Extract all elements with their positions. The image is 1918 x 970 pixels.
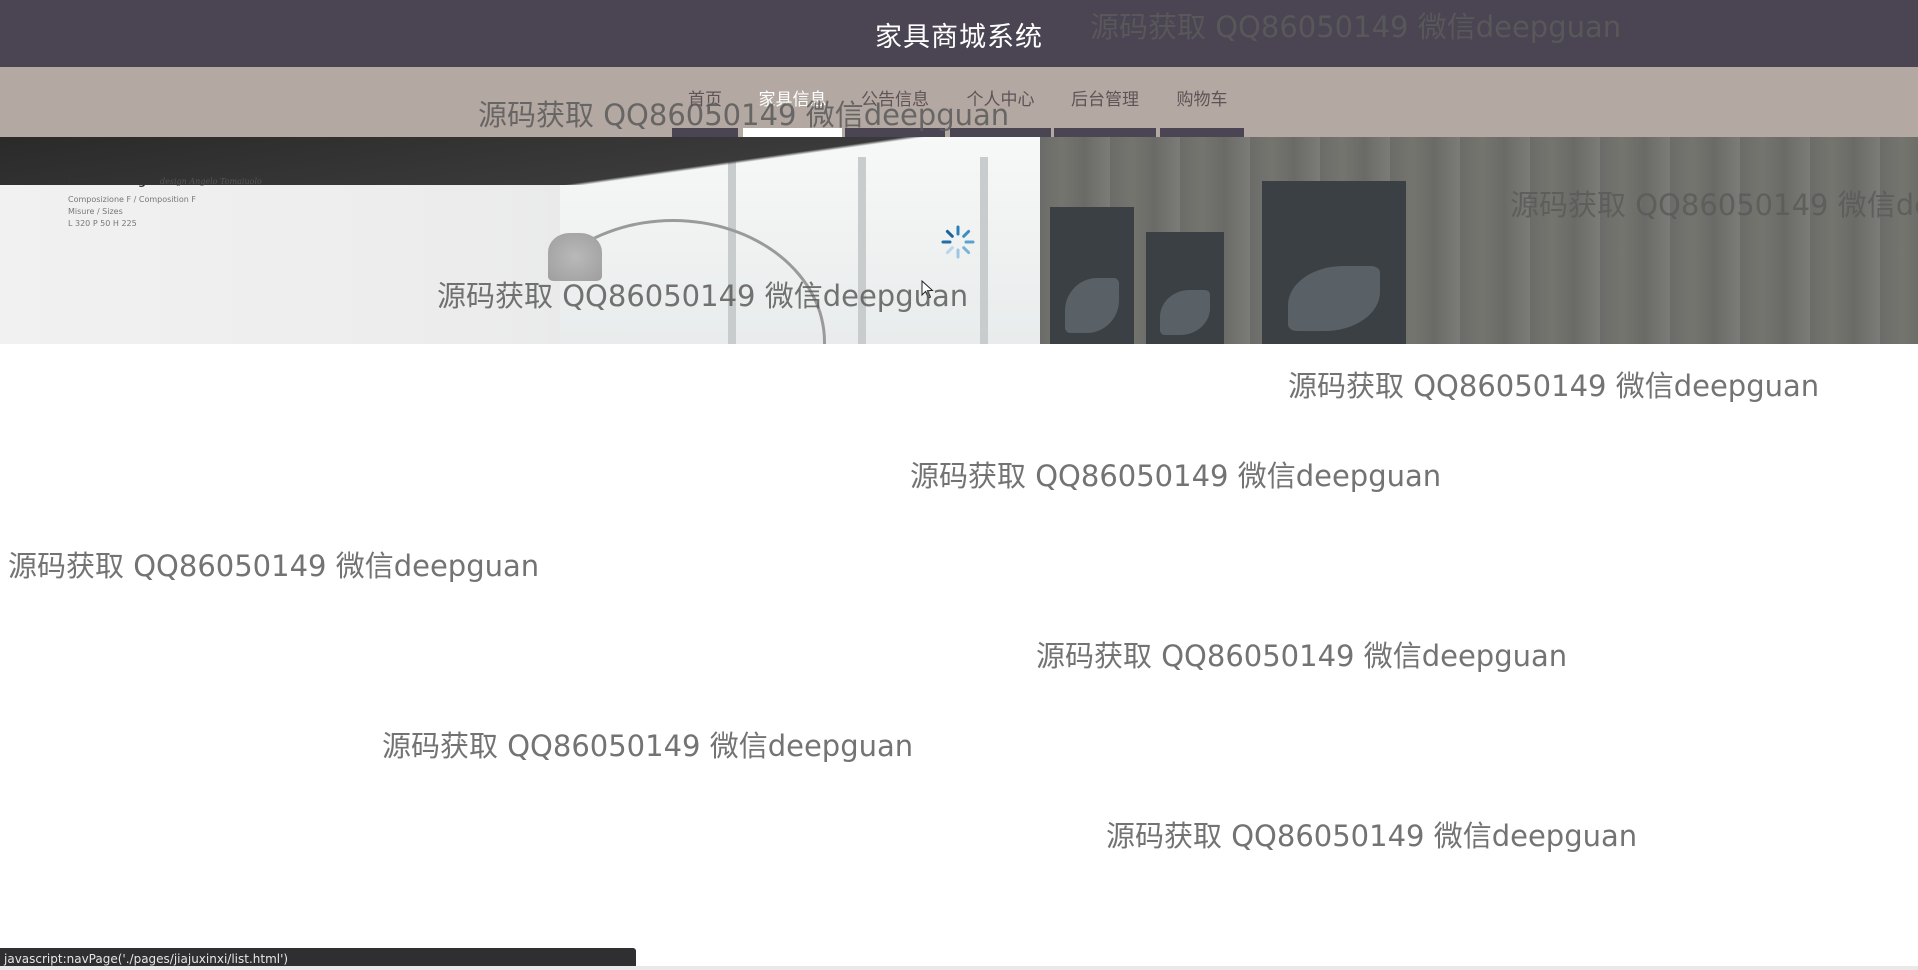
banner-detail-line: Misure / Sizes (68, 207, 123, 216)
window-frame (858, 157, 866, 344)
watermark-text: 源码获取 QQ86050149 微信deepguan (1288, 369, 1820, 403)
nav-item-admin[interactable]: 后台管理 (1054, 67, 1156, 137)
banner-detail-line: L 320 P 50 H 225 (68, 219, 137, 228)
nav-item-label: 后台管理 (1071, 90, 1139, 110)
spinner-icon (941, 225, 975, 259)
page: 家具商城系统 首页 家具信息 公告信息 个人中心 后台管理 购物车 leaves… (0, 0, 1918, 970)
banner-ceiling (0, 137, 1918, 185)
nav-underline (1054, 128, 1156, 137)
nav-underline (1160, 128, 1244, 137)
window-frame (980, 157, 988, 344)
cabinet-leaf-decoration (1065, 278, 1119, 334)
watermark-text: 源码获取 QQ86050149 微信deepguan (437, 279, 969, 313)
bottom-edge (0, 966, 1918, 970)
cabinet-leaf-decoration (1287, 265, 1381, 331)
site-header: 家具商城系统 (0, 0, 1918, 67)
watermark-text: 源码获取 QQ86050149 微信deepguan (1036, 639, 1568, 673)
banner-detail-line: Composizione F / Composition F (68, 195, 196, 204)
nav-item-cart[interactable]: 购物车 (1160, 67, 1244, 137)
cabinet (1262, 181, 1406, 344)
status-url: javascript:navPage('./pages/jiajuxinxi/l… (4, 952, 289, 966)
watermark-text: 源码获取 QQ86050149 微信deepguan (910, 459, 1442, 493)
cabinet-leaf-decoration (1160, 290, 1210, 336)
cabinet (1050, 207, 1134, 344)
watermark-text: 源码获取 QQ86050149 微信deepguan (382, 729, 914, 763)
watermark-text: 源码获取 QQ86050149 微信deepguan (8, 549, 540, 583)
banner-brand: leaves living (68, 175, 146, 188)
nav-item-label: 购物车 (1176, 90, 1228, 110)
site-title: 家具商城系统 (875, 22, 1043, 53)
banner-brand-sub: design Angelo Tomaiuolo (160, 177, 262, 186)
watermark-text: 源码获取 QQ86050149 微信deepguan (1510, 188, 1918, 222)
watermark-text: 源码获取 QQ86050149 微信deepguan (478, 98, 1010, 132)
cabinet (1146, 232, 1224, 344)
watermark-text: 源码获取 QQ86050149 微信deepguan (1106, 819, 1638, 853)
watermark-text: 源码获取 QQ86050149 微信deepguan (1090, 10, 1622, 44)
